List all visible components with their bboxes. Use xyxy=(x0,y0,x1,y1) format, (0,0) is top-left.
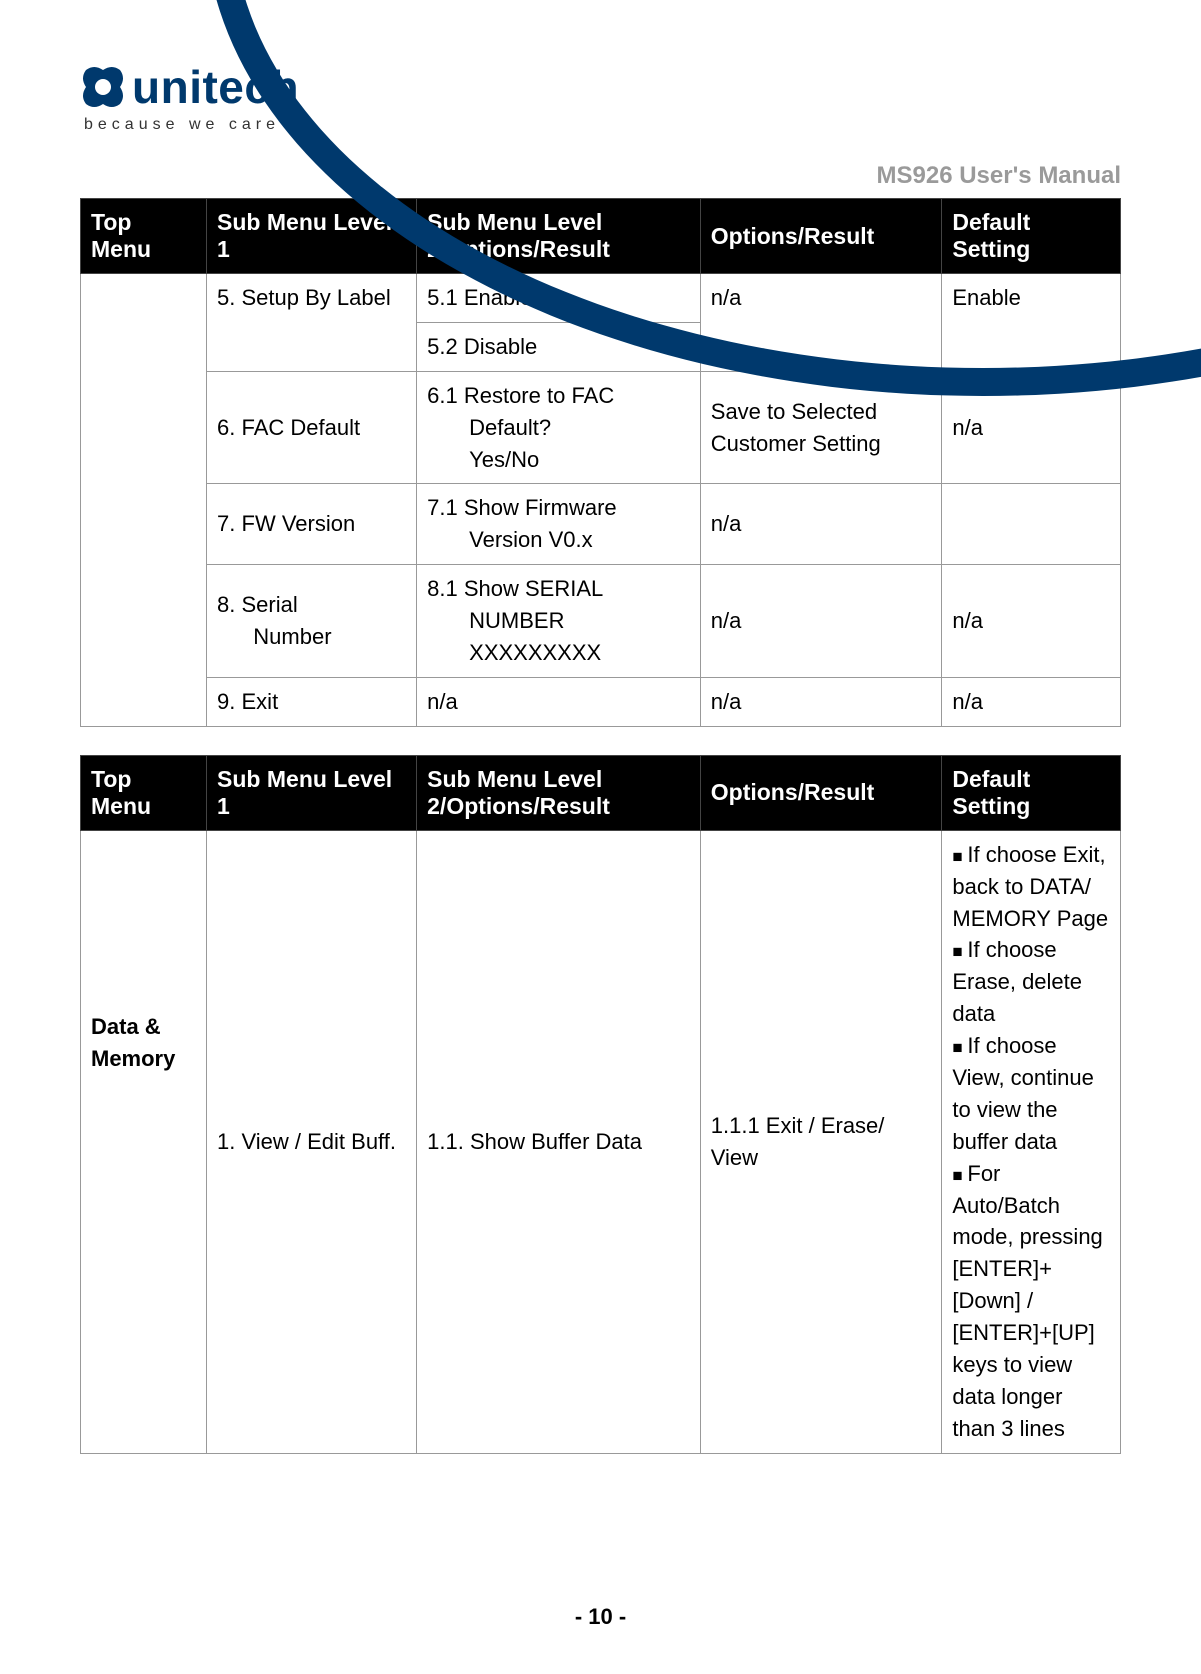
cell-default: n/a xyxy=(942,565,1121,678)
document-page: unitech because we care MS926 User's Man… xyxy=(0,0,1201,1674)
col-options: Options/Result xyxy=(700,199,942,274)
col-default: Default Setting xyxy=(942,199,1121,274)
table-row: 9. Exit n/a n/a n/a xyxy=(81,677,1121,726)
page-footer: - 10 - xyxy=(0,1604,1201,1630)
col-sub2: Sub Menu Level 2/Options/Result xyxy=(417,755,701,830)
col-sub1: Sub Menu Level 1 xyxy=(207,199,417,274)
cell-top-menu: Data & Memory xyxy=(81,830,207,1453)
cell-sub2: 5.2 Disable xyxy=(417,322,701,371)
table-row: 5. Setup By Label 5.1 Enable n/a Enable xyxy=(81,274,1121,323)
cell-sub2: 8.1 Show SERIAL NUMBER XXXXXXXXX xyxy=(417,565,701,678)
cell-sub1: 7. FW Version xyxy=(207,484,417,565)
cell-default: Enable xyxy=(942,274,1121,372)
cell-default xyxy=(942,484,1121,565)
cell-default: n/a xyxy=(942,371,1121,484)
logo-text: unitech xyxy=(132,60,299,114)
cell-sub2: 6.1 Restore to FAC Default?Yes/No xyxy=(417,371,701,484)
cell-options: n/a xyxy=(700,565,942,678)
cell-options: Save to Selected Customer Setting xyxy=(700,371,942,484)
cell-sub1: 1. View / Edit Buff. xyxy=(207,830,417,1453)
table-row: 8. Serial Number 8.1 Show SERIAL NUMBER … xyxy=(81,565,1121,678)
doc-title: MS926 User's Manual xyxy=(877,162,1121,189)
cell-top-menu xyxy=(81,274,207,727)
cell-sub1: 8. Serial Number xyxy=(207,565,417,678)
cell-default: If choose Exit, back to DATA/ MEMORY Pag… xyxy=(942,830,1121,1453)
brand-logo: unitech because we care xyxy=(80,60,1121,134)
cell-default: n/a xyxy=(942,677,1121,726)
table-header-row: Top Menu Sub Menu Level 1 Sub Menu Level… xyxy=(81,199,1121,274)
logo-icon xyxy=(80,64,126,110)
cell-sub2: n/a xyxy=(417,677,701,726)
table-row: 7. FW Version 7.1 Show Firmware Version … xyxy=(81,484,1121,565)
bullet-item: For Auto/Batch mode, pressing [ENTER]+[D… xyxy=(952,1161,1102,1441)
cell-sub2: 7.1 Show Firmware Version V0.x xyxy=(417,484,701,565)
menu-table-2: Top Menu Sub Menu Level 1 Sub Menu Level… xyxy=(80,755,1121,1454)
bullet-item: If choose Exit, back to DATA/ MEMORY Pag… xyxy=(952,842,1108,931)
cell-options: n/a xyxy=(700,677,942,726)
table-row: 6. FAC Default 6.1 Restore to FAC Defaul… xyxy=(81,371,1121,484)
bullet-item: If choose Erase, delete data xyxy=(952,937,1082,1026)
col-default: Default Setting xyxy=(942,755,1121,830)
col-sub1: Sub Menu Level 1 xyxy=(207,755,417,830)
bullet-item: If choose View, continue to view the buf… xyxy=(952,1033,1093,1154)
col-options: Options/Result xyxy=(700,755,942,830)
cell-options: 1.1.1 Exit / Erase/ View xyxy=(700,830,942,1453)
menu-table-1: Top Menu Sub Menu Level 1 Sub Menu Level… xyxy=(80,198,1121,727)
doc-title-wrap: MS926 User's Manual xyxy=(80,162,1121,190)
table-header-row: Top Menu Sub Menu Level 1 Sub Menu Level… xyxy=(81,755,1121,830)
cell-sub1: 6. FAC Default xyxy=(207,371,417,484)
col-top-menu: Top Menu xyxy=(81,199,207,274)
table-row: Data & Memory 1. View / Edit Buff. 1.1. … xyxy=(81,830,1121,1453)
cell-options: n/a xyxy=(700,274,942,372)
logo-tagline: because we care xyxy=(84,116,280,134)
col-sub2: Sub Menu Level 2/Options/Result xyxy=(417,199,701,274)
cell-options: n/a xyxy=(700,484,942,565)
logo-row: unitech xyxy=(80,60,299,114)
cell-sub2: 1.1. Show Buffer Data xyxy=(417,830,701,1453)
col-top-menu: Top Menu xyxy=(81,755,207,830)
cell-sub2: 5.1 Enable xyxy=(417,274,701,323)
cell-sub1: 5. Setup By Label xyxy=(207,274,417,372)
cell-sub1: 9. Exit xyxy=(207,677,417,726)
